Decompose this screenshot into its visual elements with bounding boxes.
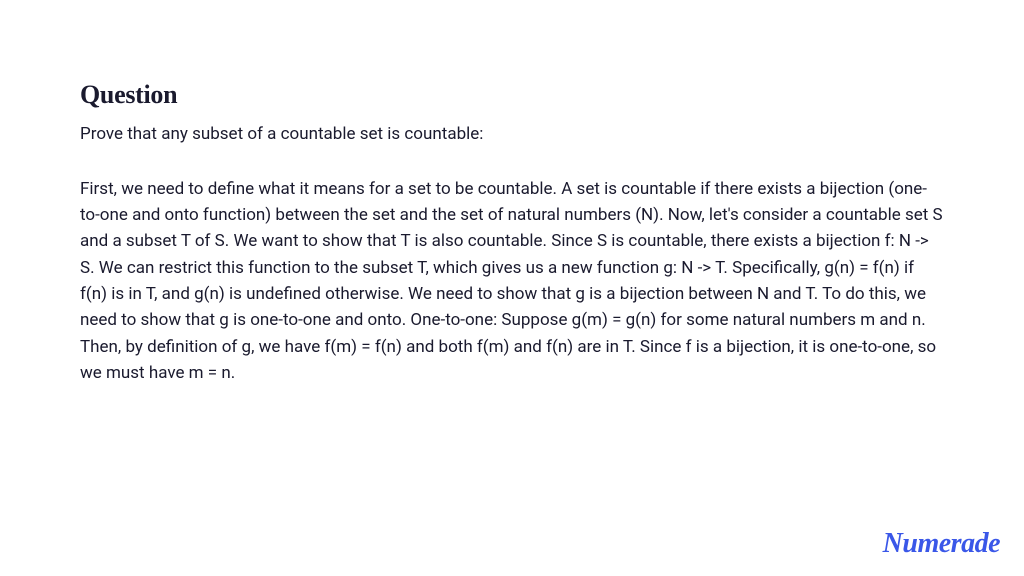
question-heading: Question [80, 80, 944, 110]
document-content: Question Prove that any subset of a coun… [0, 0, 1024, 386]
brand-logo: Numerade [883, 528, 1000, 560]
answer-body: First, we need to define what it means f… [80, 176, 944, 387]
question-prompt: Prove that any subset of a countable set… [80, 122, 944, 148]
